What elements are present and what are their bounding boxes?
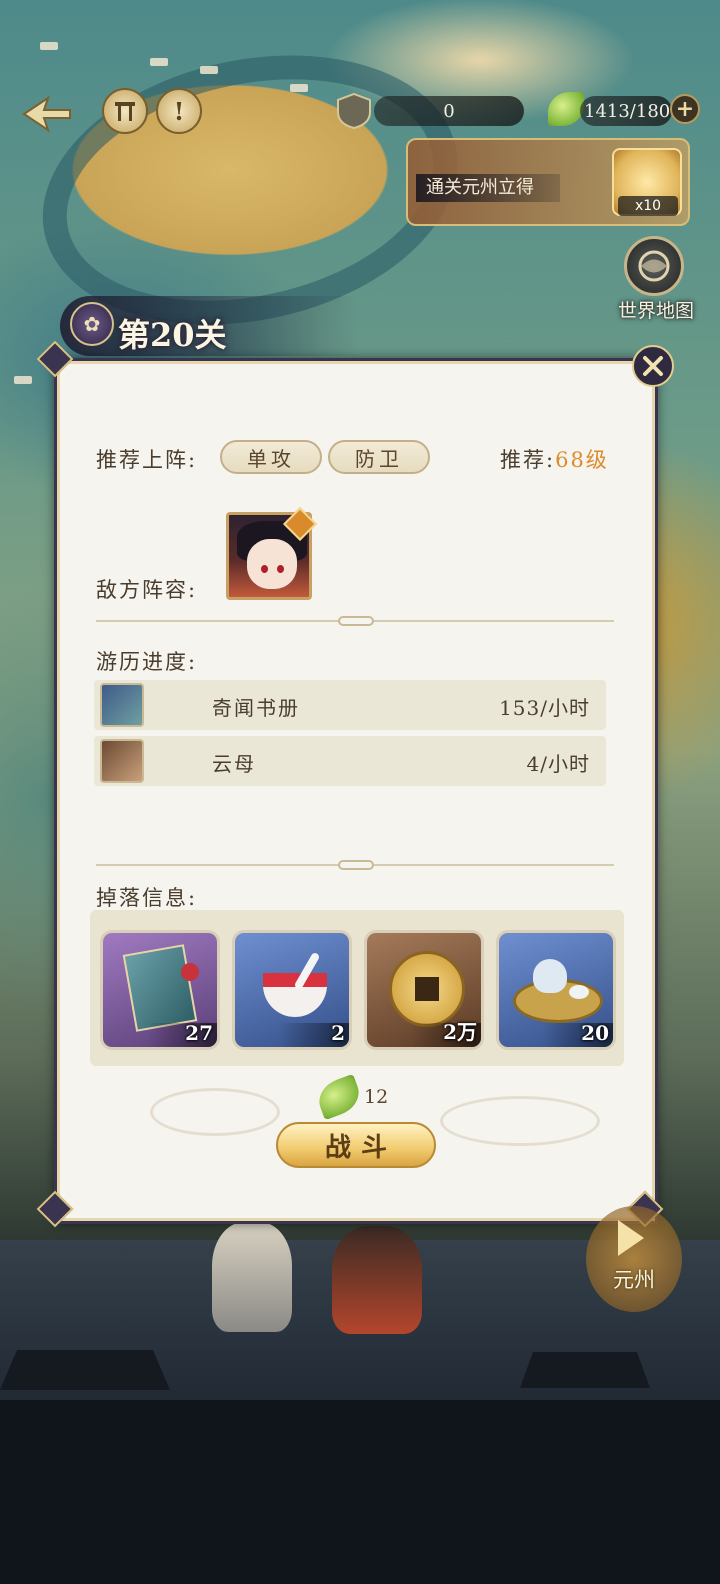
recommend-label: 推荐上阵: [96,448,198,472]
progress-row: 奇闻书册 153/小时 [94,680,606,730]
tea-set-icon [533,959,567,993]
drop-item[interactable]: 2万 [364,930,484,1050]
divider-ornament [338,616,374,626]
next-arrow-icon [618,1220,644,1256]
exclamation-icon: ! [173,96,185,126]
drop-item[interactable]: 27 [100,930,220,1050]
progress-label: 游历进度: [96,650,198,674]
roof-silhouette [0,1350,170,1390]
enemy-eye [261,565,268,573]
world-map-icon [638,250,670,282]
drop-count: 2万 [443,1020,477,1044]
green-book-icon [100,683,144,727]
coin-hole [415,977,439,1001]
recommend-level: 推荐:68级 [500,444,609,474]
hero-character [212,1222,292,1332]
stage-emblem-icon: ✿ [70,302,114,346]
path-marker [150,58,168,66]
reward-count: x10 [618,196,678,216]
stage-title: 第20关 [118,316,227,354]
cloud-swirl [150,1088,280,1136]
cloud-swirl [440,1096,600,1146]
recommend-tag-single-attack: 单攻 [220,440,322,474]
path-marker [14,376,32,384]
currency-display: 0 [374,96,524,126]
stamina-value: 1413/180 [584,100,671,122]
stamina-display: 1413/180 [580,96,672,126]
drop-item[interactable]: 2 [232,930,352,1050]
path-marker [290,84,308,92]
divider-ornament [338,860,374,870]
clear-reward-text: 通关元州立得 [416,174,560,202]
drop-item[interactable]: 20 [496,930,616,1050]
back-button[interactable] [16,92,76,136]
book-with-flowers-icon [122,944,198,1032]
plus-icon: + [675,96,695,122]
currency-value: 0 [443,100,455,122]
path-marker [40,42,58,50]
path-marker [200,66,218,74]
world-map-label: 世界地图 [617,300,694,322]
drop-count: 20 [581,1021,609,1045]
mica-bowl-icon [100,739,144,783]
enemy-eye [277,565,284,573]
fight-label: 战斗 [324,1132,397,1163]
enemy-face [247,539,297,589]
progress-row: 云母 4/小时 [94,736,606,786]
add-stamina-button[interactable]: + [670,94,700,124]
flower-icon [181,963,199,981]
info-button[interactable]: ! [156,88,202,134]
fight-button[interactable]: 战斗 [276,1122,436,1168]
drop-count: 2 [331,1021,345,1045]
gate-icon [115,102,135,121]
next-region-label: 元州 [613,1268,655,1292]
world-map-button[interactable] [624,236,684,296]
recommend-level-label: 推荐: [500,448,556,472]
drops-label: 掉落信息: [96,886,198,910]
recommend-tag-defense: 防卫 [328,440,430,474]
stamina-cost: 12 [364,1086,389,1108]
red-powder-bowl-icon [263,973,327,1017]
progress-item-rate: 153/小时 [499,696,590,720]
drop-count: 27 [185,1021,213,1045]
hero-character [332,1226,422,1334]
gate-button[interactable] [102,88,148,134]
recommend-level-value: 68级 [555,448,609,472]
tea-cup [569,985,589,999]
enemy-label: 敌方阵容: [96,578,198,602]
roof-silhouette [520,1352,650,1388]
street-silhouette [0,1400,720,1584]
progress-item-rate: 4/小时 [526,752,590,776]
progress-item-name: 云母 [212,752,256,776]
back-arrow-icon [22,95,71,133]
close-button[interactable] [632,345,674,387]
shield-currency-icon [334,92,374,130]
progress-item-name: 奇闻书册 [212,696,300,720]
close-icon [643,356,663,376]
